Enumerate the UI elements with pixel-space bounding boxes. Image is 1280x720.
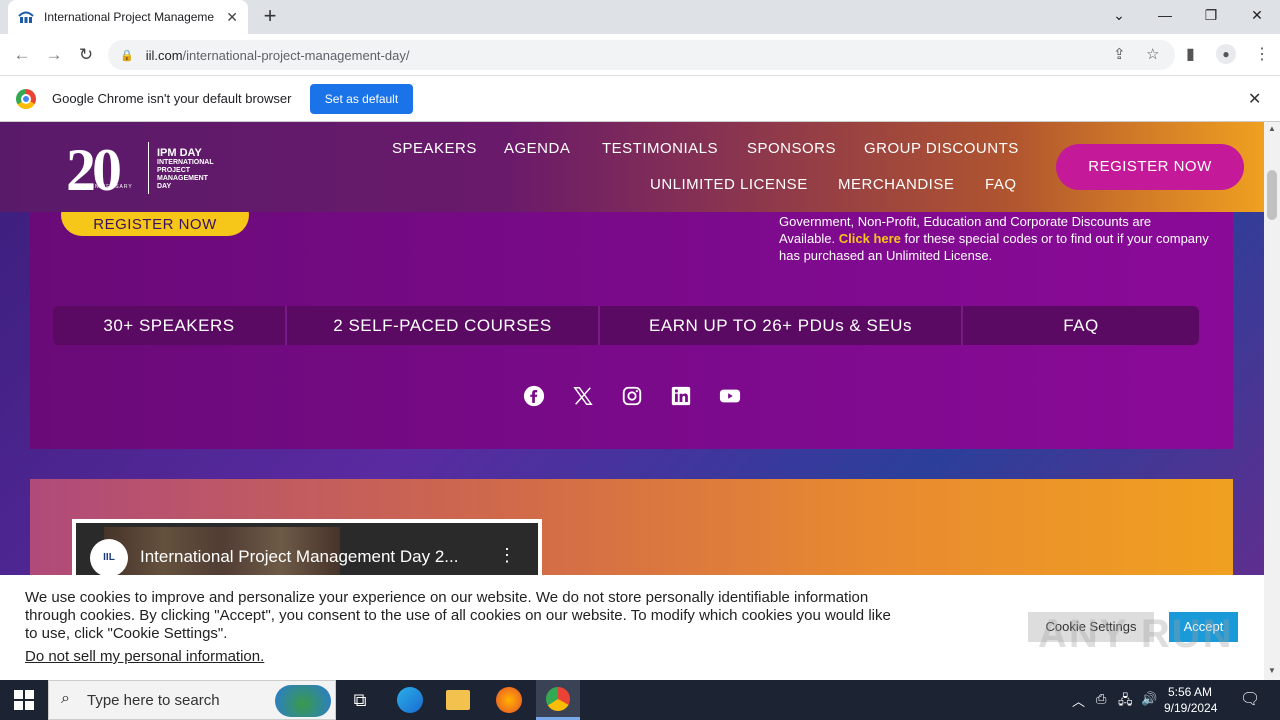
web-page: 20 ANNIVERSARY IPM DAY INTERNATIONAL PRO… (0, 122, 1264, 680)
logo-anniversary: ANNIVERSARY (86, 184, 133, 190)
nav-faq[interactable]: FAQ (985, 176, 1017, 193)
stat-speakers[interactable]: 30+ SPEAKERS (53, 306, 287, 345)
firefox-icon[interactable] (496, 687, 522, 713)
forward-icon[interactable]: → (41, 42, 67, 68)
stats-bar: 30+ SPEAKERS 2 SELF-PACED COURSES EARN U… (53, 306, 1199, 345)
url-path: /international-project-management-day/ (182, 47, 410, 63)
file-explorer-icon[interactable] (446, 690, 470, 710)
network-icon[interactable]: 🖧 (1118, 691, 1133, 713)
video-title[interactable]: International Project Management Day 2..… (140, 547, 458, 567)
reload-icon[interactable]: ↻ (73, 42, 99, 68)
cookie-text: We use cookies to improve and personaliz… (25, 589, 891, 642)
default-browser-infobar: Google Chrome isn't your default browser… (0, 76, 1280, 122)
page-scrollbar[interactable]: ▲ ▼ (1264, 122, 1280, 680)
site-favicon-icon (18, 9, 34, 25)
volume-icon[interactable]: 🔊 (1141, 691, 1157, 707)
chrome-taskbar-icon (546, 687, 570, 711)
back-icon[interactable]: ← (9, 42, 35, 68)
search-highlight-icon (275, 685, 331, 717)
chrome-icon (16, 89, 36, 109)
nav-testimonials[interactable]: TESTIMONIALS (602, 140, 718, 157)
url-domain: iil.com (145, 47, 183, 63)
logo-line: MANAGEMENT (157, 175, 208, 182)
watermark: ANY RUN (1038, 612, 1234, 656)
chrome-taskbar-button[interactable] (536, 680, 580, 720)
video-menu-icon[interactable]: ⋮ (498, 545, 516, 566)
minimize-button[interactable]: — (1142, 0, 1188, 30)
notification-icon[interactable]: 🗨 (1240, 689, 1260, 709)
lock-icon[interactable]: 🔒 (120, 49, 134, 62)
stat-pdus[interactable]: EARN UP TO 26+ PDUs & SEUs (600, 306, 963, 345)
nav-speakers[interactable]: SPEAKERS (392, 140, 477, 157)
tray-chevron-icon[interactable]: ︿ (1072, 691, 1085, 710)
x-icon[interactable] (571, 385, 595, 409)
tab-search-button[interactable]: ⌄ (1096, 0, 1142, 30)
linkedin-icon[interactable] (669, 385, 693, 409)
channel-avatar[interactable]: IIL (90, 539, 128, 577)
side-panel-icon[interactable]: ▮ (1186, 44, 1195, 64)
logo-20[interactable]: 20 (66, 136, 122, 205)
logo-title: IPM DAY (157, 147, 202, 159)
clock-time: 5:56 AM (1167, 685, 1213, 699)
scroll-up-icon[interactable]: ▲ (1268, 124, 1276, 133)
infobar-close-icon[interactable]: ✕ (1248, 89, 1261, 109)
set-as-default-button[interactable]: Set as default (310, 84, 413, 114)
search-icon: ⌕ (61, 690, 70, 707)
stat-courses[interactable]: 2 SELF-PACED COURSES (287, 306, 600, 345)
youtube-icon[interactable] (718, 385, 742, 409)
toolbar: ← → ↻ 🔒 iil.com/international-project-ma… (0, 34, 1280, 76)
close-window-button[interactable]: ✕ (1234, 0, 1280, 30)
discount-text: Government, Non-Profit, Education and Co… (779, 213, 1209, 264)
taskbar: ⌕ Type here to search ⧉ ︿ ⎙ 🖧 🔊 5:56 AM … (0, 680, 1280, 720)
profile-icon[interactable]: ● (1216, 44, 1236, 64)
logo-line: DAY (157, 183, 172, 190)
address-bar[interactable]: 🔒 iil.com/international-project-manageme… (108, 40, 1175, 70)
edge-icon[interactable] (397, 687, 423, 713)
url-text[interactable]: iil.com/international-project-management… (146, 48, 410, 63)
windows-start-icon[interactable] (14, 690, 34, 710)
facebook-icon[interactable] (522, 385, 546, 409)
share-icon[interactable]: ⇪ (1113, 45, 1126, 63)
menu-icon[interactable]: ⋮ (1254, 44, 1270, 64)
nav-unlimited-license[interactable]: UNLIMITED LICENSE (650, 176, 808, 193)
task-view-icon[interactable]: ⧉ (346, 686, 374, 714)
do-not-sell-link[interactable]: Do not sell my personal information. (25, 648, 264, 665)
bookmark-star-icon[interactable]: ☆ (1146, 45, 1159, 63)
logo-line: PROJECT (157, 167, 191, 174)
infobar-message: Google Chrome isn't your default browser (52, 91, 292, 106)
logo-text[interactable]: IPM DAY INTERNATIONAL PROJECT MANAGEMENT… (157, 147, 214, 191)
stat-faq[interactable]: FAQ (963, 306, 1199, 345)
browser-tab[interactable]: International Project Manageme ✕ (8, 0, 248, 34)
tab-bar: International Project Manageme ✕ + ⌄ — ❐… (0, 0, 1280, 34)
clock-date: 9/19/2024 (1164, 701, 1218, 715)
discount-link[interactable]: Click here (839, 231, 901, 246)
search-placeholder: Type here to search (87, 692, 220, 709)
site-header: 20 ANNIVERSARY IPM DAY INTERNATIONAL PRO… (0, 122, 1264, 212)
nav-agenda[interactable]: AGENDA (504, 140, 570, 157)
scroll-thumb[interactable] (1267, 170, 1277, 220)
tab-close-icon[interactable]: ✕ (226, 9, 238, 26)
logo-line: INTERNATIONAL (157, 159, 214, 166)
nav-merchandise[interactable]: MERCHANDISE (838, 176, 954, 193)
logo-divider (148, 142, 149, 194)
device-icon[interactable]: ⎙ (1096, 691, 1106, 707)
clock[interactable]: 5:56 AM 9/19/2024 (1164, 684, 1218, 716)
scroll-down-icon[interactable]: ▼ (1268, 666, 1276, 675)
new-tab-button[interactable]: + (258, 4, 282, 28)
nav-sponsors[interactable]: SPONSORS (747, 140, 836, 157)
tab-title: International Project Manageme (44, 10, 215, 24)
taskbar-search[interactable]: ⌕ Type here to search (48, 680, 336, 720)
instagram-icon[interactable] (620, 385, 644, 409)
restore-button[interactable]: ❐ (1188, 0, 1234, 30)
header-register-button[interactable]: REGISTER NOW (1056, 144, 1244, 190)
nav-group-discounts[interactable]: GROUP DISCOUNTS (864, 140, 1019, 157)
